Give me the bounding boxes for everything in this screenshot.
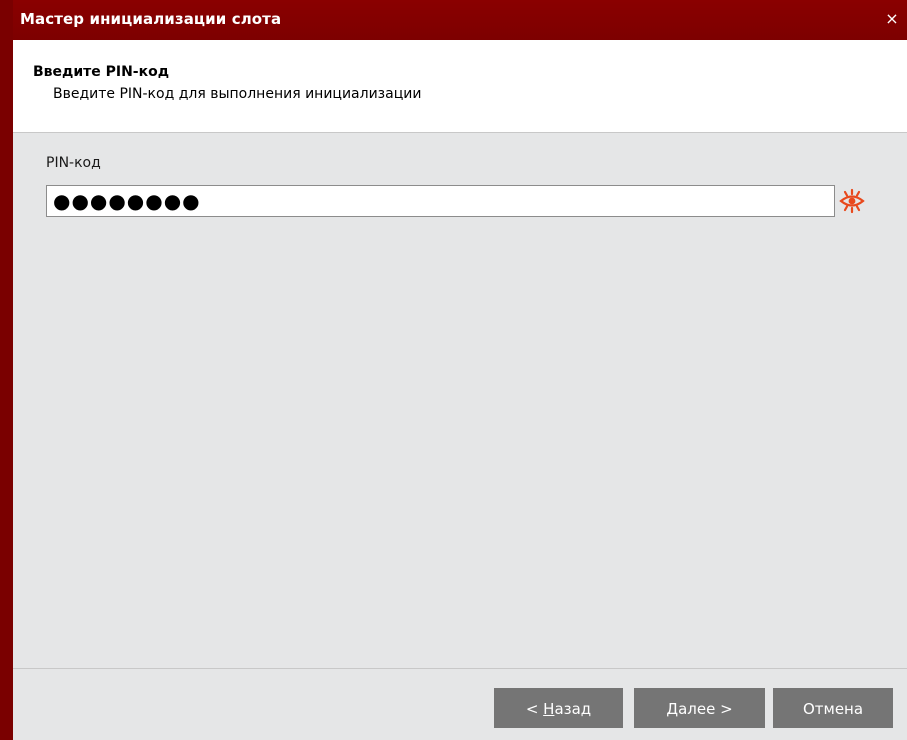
next-button-mnemonic: Д bbox=[666, 700, 679, 718]
cancel-button[interactable]: Отмена bbox=[773, 688, 893, 728]
eye-icon bbox=[839, 188, 865, 214]
back-button[interactable]: < Назад bbox=[494, 688, 623, 728]
wizard-header: Введите PIN-код Введите PIN-код для выпо… bbox=[13, 40, 907, 133]
footer-divider bbox=[13, 668, 907, 669]
step-title: Введите PIN-код bbox=[33, 64, 170, 80]
close-button[interactable]: × bbox=[883, 9, 901, 29]
show-pin-button[interactable] bbox=[839, 188, 865, 214]
title-bar[interactable]: Мастер инициализации слота × bbox=[13, 0, 907, 40]
wizard-dialog: Мастер инициализации слота × Введите PIN… bbox=[13, 0, 907, 740]
window-left-border bbox=[0, 0, 13, 740]
back-button-mnemonic: Н bbox=[543, 700, 555, 718]
step-subtitle: Введите PIN-код для выполнения инициализ… bbox=[53, 86, 422, 102]
next-button-label: алее > bbox=[678, 700, 733, 718]
back-button-prefix: < bbox=[525, 700, 544, 718]
pin-input[interactable] bbox=[46, 185, 835, 217]
back-button-label: азад bbox=[554, 700, 592, 718]
window-title: Мастер инициализации слота bbox=[20, 10, 282, 28]
next-button[interactable]: Далее > bbox=[634, 688, 765, 728]
pin-label: PIN-код bbox=[46, 155, 101, 171]
